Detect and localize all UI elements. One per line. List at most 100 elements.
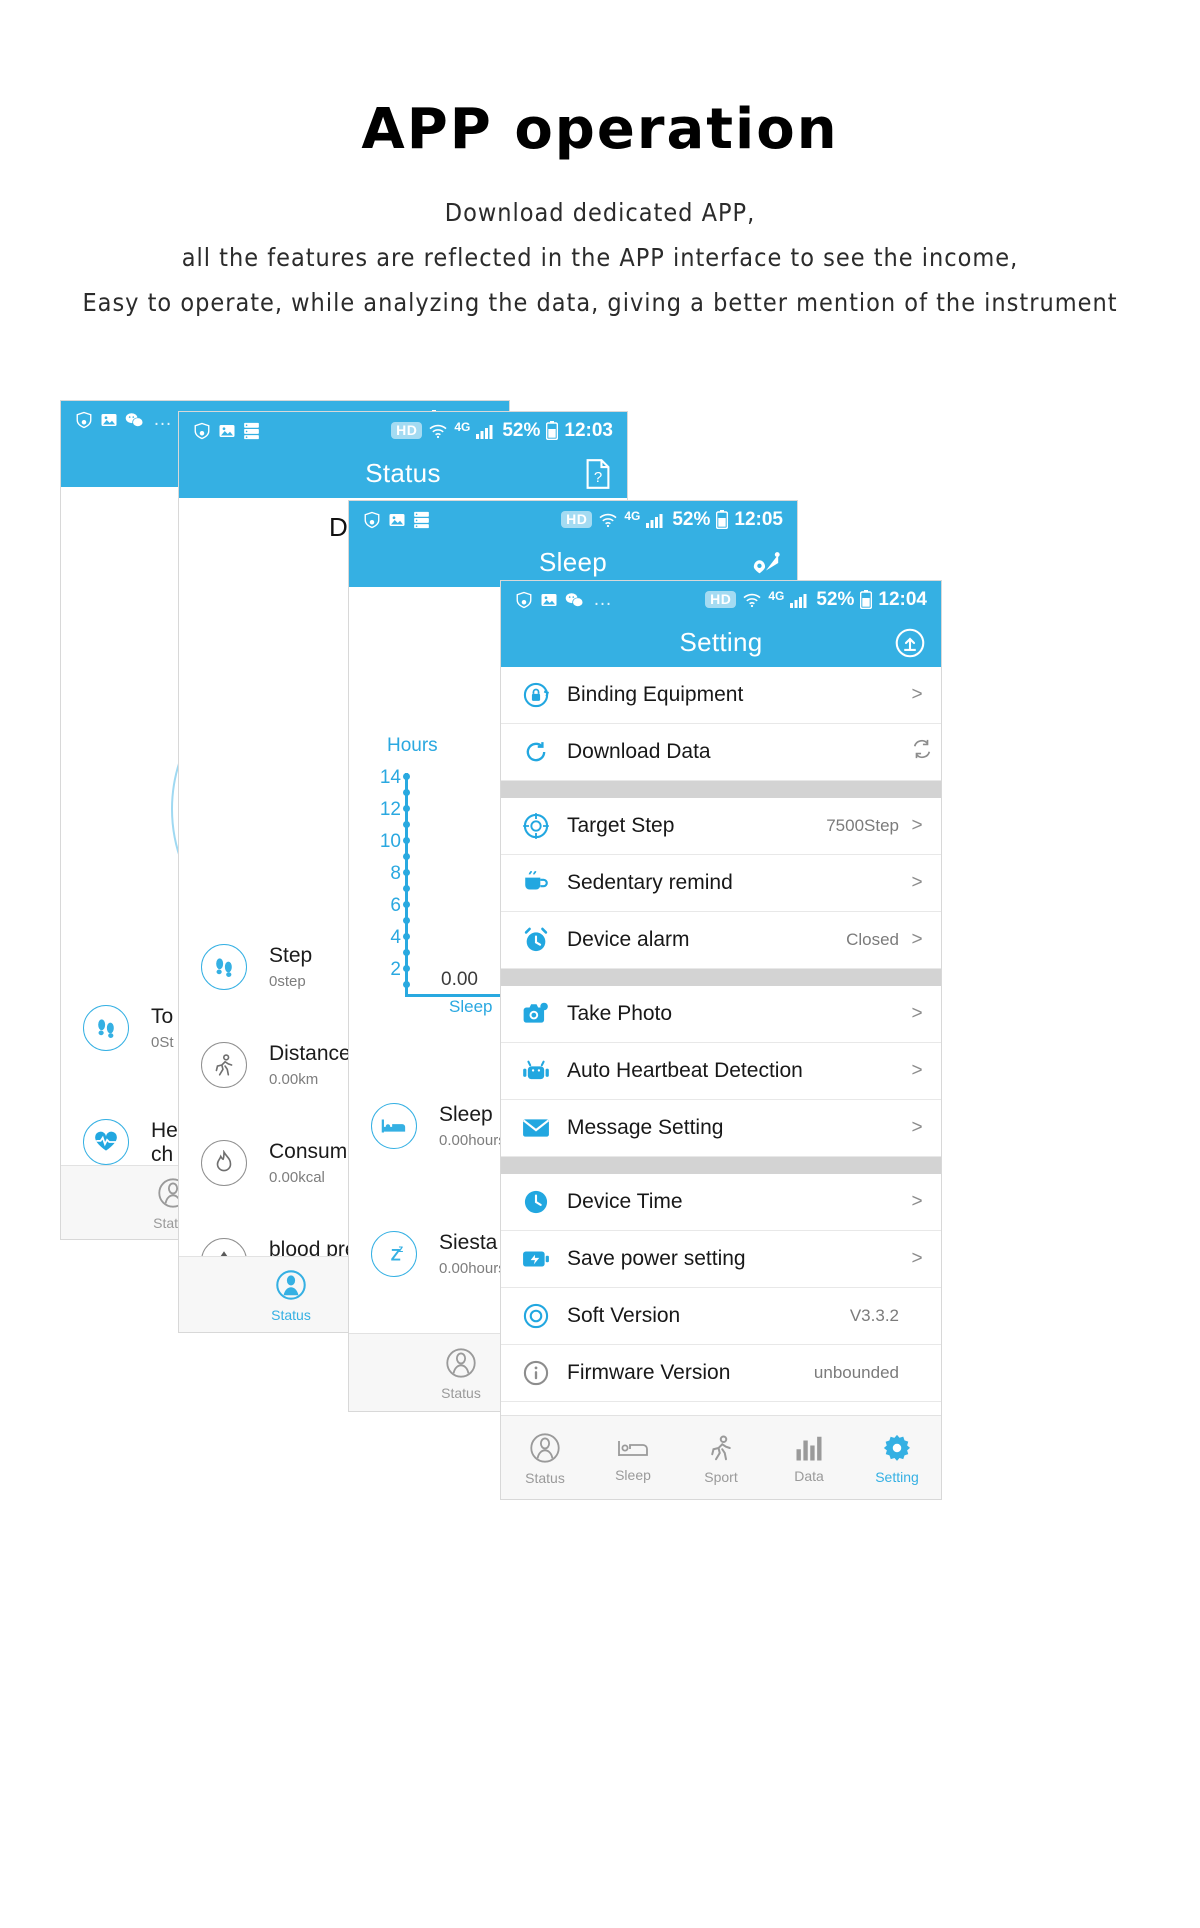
battery-save-icon [521, 1244, 551, 1274]
setting-row-sedentary-remind[interactable]: Sedentary remind > [501, 855, 941, 912]
nav-item-data[interactable]: Data [765, 1434, 853, 1483]
photo-icon [388, 511, 406, 529]
setting-row-message-setting[interactable]: Message Setting > [501, 1100, 941, 1157]
nav-item-setting[interactable]: Setting [853, 1433, 941, 1484]
chevron-right-icon: > [911, 1191, 923, 1212]
metric-value: 0.00hours [439, 1259, 506, 1277]
chart-ytick: 6 [390, 895, 401, 916]
appbar-title-setting: Setting [679, 627, 763, 657]
chart-ytick: 12 [379, 799, 401, 820]
statusbar-sleep: HD 4G 52% 12:05 [349, 501, 797, 538]
chevron-right-icon: > [911, 684, 923, 705]
nav-label: Status [525, 1470, 565, 1486]
setting-row-firmware-version[interactable]: Firmware Version unbounded [501, 1345, 941, 1402]
phone-screen-setting: … HD 4G 52% 12:04 Setting Binding Equipm… [500, 580, 942, 1500]
chevron-right-icon: > [911, 929, 923, 950]
chart-dot [403, 933, 410, 940]
nav-label: Setting [875, 1469, 919, 1485]
chart-dot [403, 869, 410, 876]
soft-version-icon [521, 1301, 551, 1331]
metric-text: Consume 0.00kcal [269, 1140, 359, 1185]
battery-percent-label: 52% [816, 588, 855, 610]
nav-item-sleep[interactable]: Sleep [589, 1435, 677, 1482]
refresh-circle-icon [521, 737, 551, 767]
signal-bars-icon [476, 423, 496, 439]
chart-dot [403, 821, 410, 828]
photo-icon [218, 422, 236, 440]
setting-row-download-data[interactable]: Download Data [501, 724, 941, 781]
metric-title: Consume [269, 1140, 359, 1164]
chart-category-label: Sleep [449, 997, 493, 1016]
help-doc-icon[interactable]: ? [585, 458, 611, 489]
setting-row-save-power-setting[interactable]: Save power setting > [501, 1231, 941, 1288]
bottom-nav-setting: Status Sleep Sport Data Setting [501, 1415, 941, 1499]
signal-bars-icon [790, 592, 810, 608]
metric-text: Sleep 0.00hours [439, 1103, 506, 1148]
lock-sync-icon [521, 680, 551, 710]
chart-dot [403, 981, 410, 988]
footprints-icon [201, 944, 247, 990]
gear-icon [882, 1433, 912, 1466]
runner-icon [706, 1433, 736, 1466]
setting-label: Device Time [567, 1190, 683, 1213]
body-setting: Binding Equipment > Download Data Target… [501, 667, 941, 1499]
overflow-dots-icon: … [593, 588, 613, 610]
setting-row-take-photo[interactable]: Take Photo > [501, 986, 941, 1043]
setting-row-soft-version[interactable]: Soft Version V3.3.2 [501, 1288, 941, 1345]
signal-bars-icon [646, 512, 666, 528]
nav-item-status[interactable]: Status [501, 1432, 589, 1485]
shield-icon [75, 411, 93, 429]
setting-row-device-time[interactable]: Device Time > [501, 1174, 941, 1231]
nav-item-sport[interactable]: Sport [677, 1433, 765, 1484]
setting-label: Soft Version [567, 1304, 681, 1327]
setting-value: 7500Step [826, 816, 899, 835]
metric-text: Step 0step [269, 944, 312, 989]
network-type-label: 4G [454, 419, 471, 434]
upload-cloud-icon[interactable] [895, 628, 925, 658]
metric-value: 0St [151, 1033, 174, 1051]
chevron-right-icon: > [911, 1003, 923, 1024]
setting-group-divider [501, 969, 941, 986]
chart-dot [403, 805, 410, 812]
wifi-icon [598, 512, 618, 528]
setting-label: Target Step [567, 814, 675, 837]
nav-label: Data [794, 1468, 824, 1484]
battery-icon [546, 421, 559, 441]
hero-section: APP operation Download dedicated APP, al… [0, 0, 1200, 322]
photo-icon [540, 591, 558, 609]
wechat-icon [125, 411, 144, 429]
chart-value-label: 0.00 [441, 969, 478, 990]
metric-text: Distance 0.00km [269, 1042, 351, 1087]
setting-row-target-step[interactable]: Target Step 7500Step > [501, 798, 941, 855]
statusbar-left-icons [193, 422, 391, 440]
wechat-icon [565, 591, 584, 609]
wifi-icon [742, 592, 762, 608]
chart-dot [403, 837, 410, 844]
android-heartbeat-icon [521, 1056, 551, 1086]
shield-icon [193, 422, 211, 440]
chevron-right-icon: > [911, 815, 923, 836]
clock-icon [521, 1187, 551, 1217]
chart-ytick: 4 [390, 927, 401, 948]
appbar-status: Status ? [179, 449, 627, 498]
flame-icon [201, 1140, 247, 1186]
target-icon [521, 811, 551, 841]
setting-row-device-alarm[interactable]: Device alarm Closed > [501, 912, 941, 969]
svg-text:?: ? [594, 469, 602, 486]
setting-value: V3.3.2 [849, 1306, 899, 1325]
chevron-right-icon: > [911, 1117, 923, 1138]
setting-group-divider [501, 781, 941, 798]
chevron-right-icon: > [911, 872, 923, 893]
hero-line-1: Download dedicated APP, [444, 198, 756, 227]
chart-dot [403, 965, 410, 972]
page-title: APP operation [361, 97, 839, 162]
map-route-icon[interactable] [751, 551, 781, 575]
sedentary-icon [521, 868, 551, 898]
metric-title: Step [269, 944, 313, 968]
setting-row-auto-heartbeat-detection[interactable]: Auto Heartbeat Detection > [501, 1043, 941, 1100]
setting-row-binding-equipment[interactable]: Binding Equipment > [501, 667, 941, 724]
sync-icon[interactable] [911, 738, 931, 766]
metric-value: 0.00kcal [269, 1168, 325, 1186]
shield-icon [515, 591, 533, 609]
metric-title: He [151, 1119, 178, 1142]
